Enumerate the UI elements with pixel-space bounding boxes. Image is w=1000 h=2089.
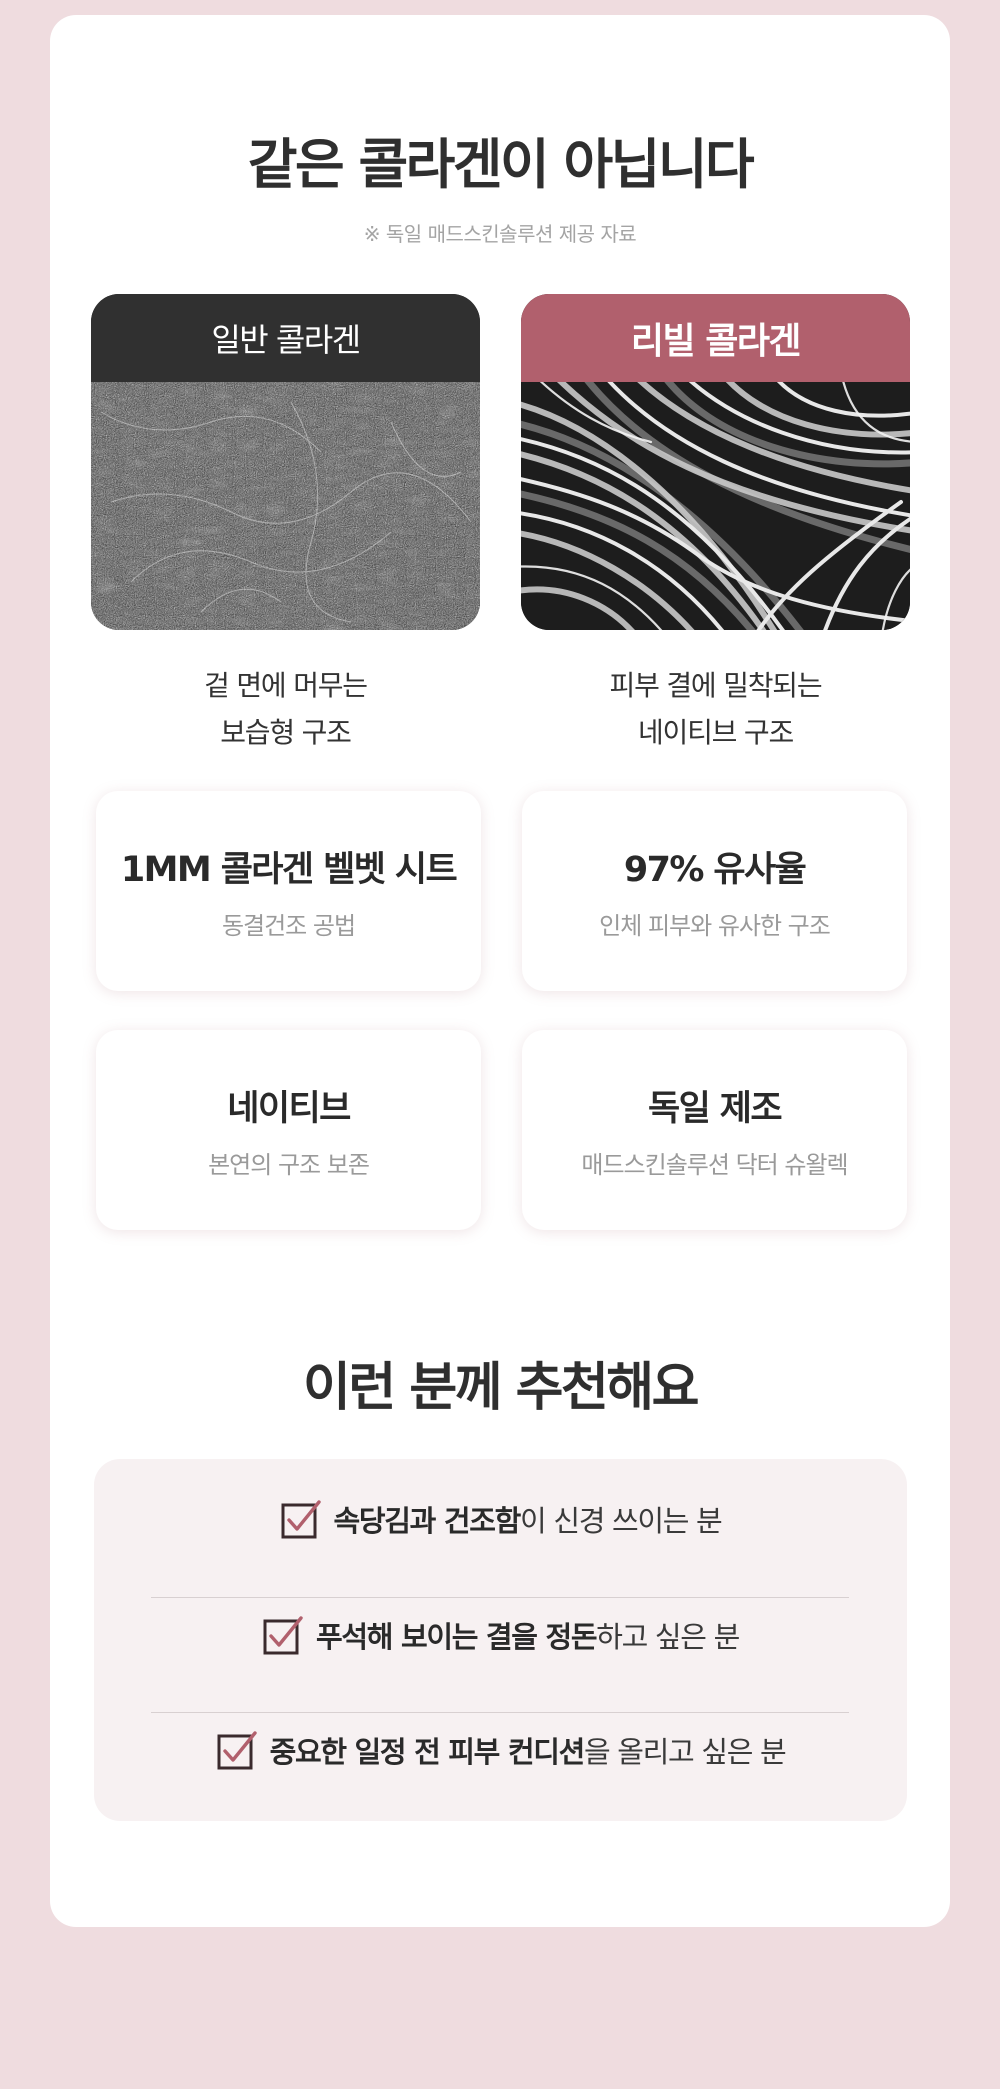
content-card: 같은 콜라겐이 아닙니다 ※ 독일 매드스킨솔루션 제공 자료 일반 콜라겐 리… [50,15,950,1927]
recommend-title: 이런 분께 추천해요 [303,1358,699,1418]
reveal-desc-line2: 네이티브 구조 [637,716,794,749]
divider [151,1712,849,1713]
reveal-desc-line1: 피부 결에 밀착되는 [609,669,823,702]
reveal-collagen-description: 피부 결에 밀착되는 네이티브 구조 [521,662,910,756]
feature-subtitle: 매드스킨솔루션 닥터 슈왈렉 [581,1151,848,1179]
feature-subtitle: 본연의 구조 보존 [208,1151,370,1179]
regular-collagen-label: 일반 콜라겐 [91,294,480,382]
feature-subtitle: 동결건조 공법 [221,912,356,940]
regular-collagen-panel: 일반 콜라겐 [91,294,480,630]
feature-title: 1MM 콜라겐 벨벳 시트 [120,850,458,890]
regular-collagen-micrograph [91,382,480,630]
reveal-collagen-label: 리빌 콜라겐 [521,294,910,382]
reveal-collagen-micrograph [521,382,910,630]
recommend-item-emphasis: 속당김과 건조함 [333,1504,522,1538]
source-note: ※ 독일 매드스킨솔루션 제공 자료 [363,222,637,246]
recommend-item-text: 을 올리고 싶은 분 [583,1735,787,1769]
feature-title: 네이티브 [227,1089,351,1129]
divider [151,1597,849,1598]
checkbox-checked-icon [263,1616,303,1655]
recommend-list: 속당김과 건조함이 신경 쓰이는 분 푸석해 보이는 결을 정돈하고 싶은 분 … [94,1459,907,1821]
recommend-item-text: 하고 싶은 분 [596,1620,740,1654]
feature-card-native: 네이티브 본연의 구조 보존 [96,1030,481,1230]
feature-subtitle: 인체 피부와 유사한 구조 [599,912,831,940]
recommend-item: 속당김과 건조함이 신경 쓰이는 분 [94,1489,907,1549]
feature-title: 독일 제조 [648,1089,783,1129]
recommend-item-emphasis: 중요한 일정 전 피부 컨디션 [269,1735,586,1769]
regular-collagen-description: 겉 면에 머무는 보습형 구조 [91,662,480,756]
recommend-item: 중요한 일정 전 피부 컨디션을 올리고 싶은 분 [94,1720,907,1780]
recommend-item-text: 이 신경 쓰이는 분 [520,1504,723,1538]
feature-card-german-made: 독일 제조 매드스킨솔루션 닥터 슈왈렉 [522,1030,907,1230]
section-title: 같은 콜라겐이 아닙니다 [247,133,755,196]
feature-title: 97% 유사율 [623,850,807,890]
regular-desc-line1: 겉 면에 머무는 [204,669,368,702]
regular-desc-line2: 보습형 구조 [220,716,352,749]
feature-card-velvet-sheet: 1MM 콜라겐 벨벳 시트 동결건조 공법 [96,791,481,991]
recommend-item: 푸석해 보이는 결을 정돈하고 싶은 분 [94,1605,907,1665]
checkbox-checked-icon [217,1731,257,1770]
reveal-collagen-panel: 리빌 콜라겐 [521,294,910,630]
recommend-item-emphasis: 푸석해 보이는 결을 정돈 [316,1620,598,1654]
feature-card-similarity: 97% 유사율 인체 피부와 유사한 구조 [522,791,907,991]
checkbox-checked-icon [281,1500,321,1539]
